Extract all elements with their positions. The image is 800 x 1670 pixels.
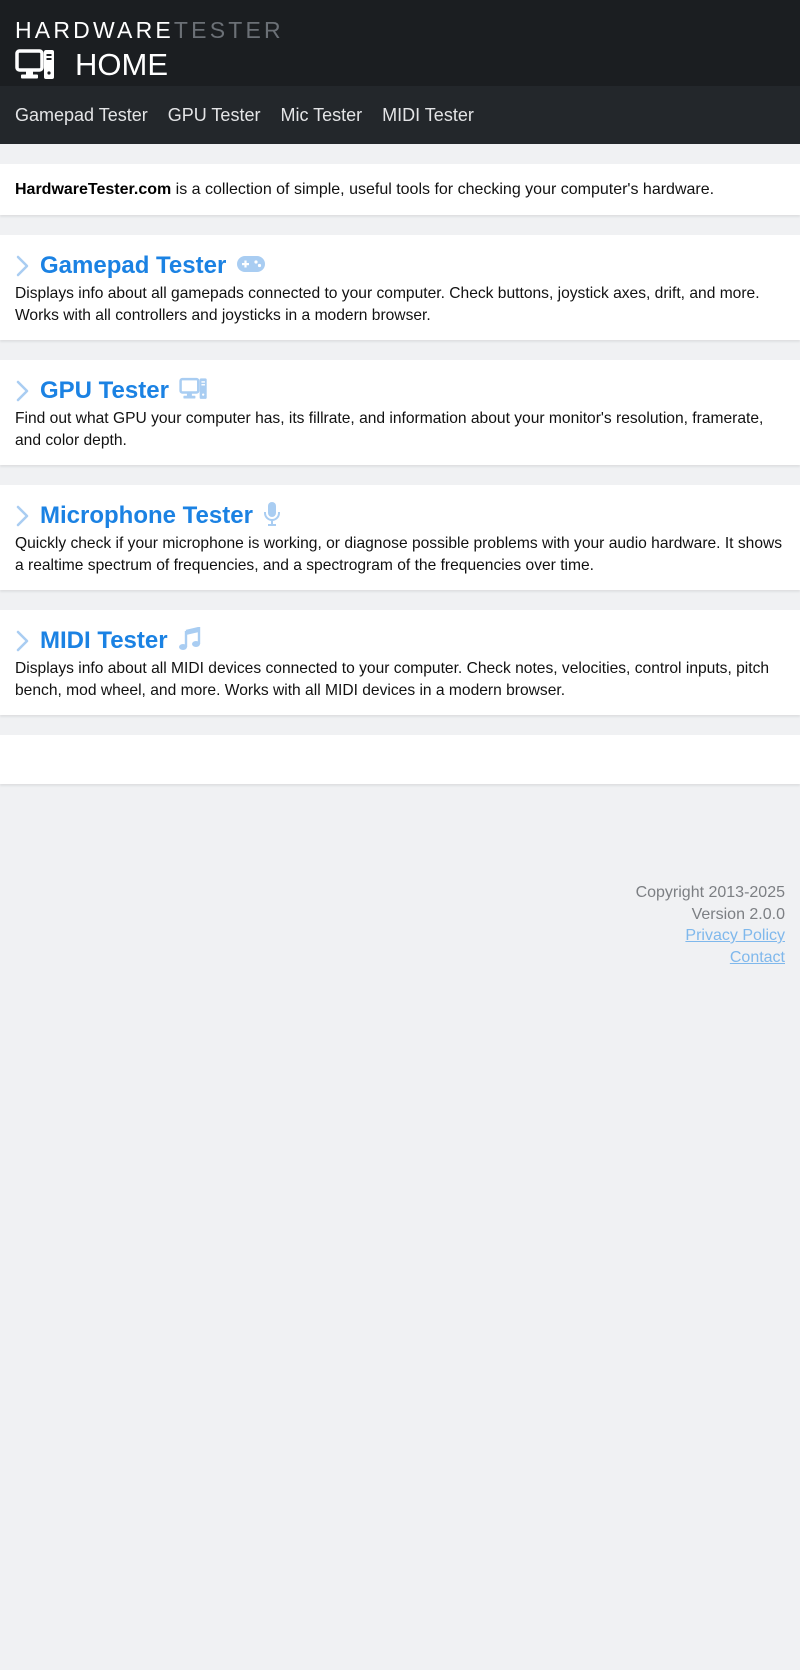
footer: Copyright 2013-2025 Version 2.0.0 Privac… xyxy=(0,784,800,968)
nav-item-gpu-tester[interactable]: GPU Tester xyxy=(168,104,261,126)
tool-link-microphone-tester[interactable]: Microphone Tester xyxy=(40,501,253,531)
tool-description-gpu: Find out what GPU your computer has, its… xyxy=(15,410,764,449)
nav-item-midi-tester[interactable]: MIDI Tester xyxy=(382,104,474,126)
site-name: HardwareTester.com xyxy=(15,180,172,198)
privacy-policy-link[interactable]: Privacy Policy xyxy=(685,927,785,944)
chevron-right-icon xyxy=(15,379,30,403)
computer-icon xyxy=(179,377,209,406)
tool-description-microphone: Quickly check if your microphone is work… xyxy=(15,535,783,574)
site-logo[interactable]: HARDWARETESTER xyxy=(15,16,785,44)
intro-card: HardwareTester.com is a collection of si… xyxy=(0,164,800,215)
tool-card-microphone: Microphone Tester Quickly check if your … xyxy=(0,485,800,590)
brand-part-hardware: HARDWARE xyxy=(15,17,174,43)
brand-part-tester: TESTER xyxy=(173,17,284,43)
site-header: HARDWARETESTER HOME xyxy=(0,0,800,86)
computer-icon xyxy=(15,48,57,82)
nav-item-mic-tester[interactable]: Mic Tester xyxy=(280,104,362,126)
tool-description-gamepad: Displays info about all gamepads connect… xyxy=(15,285,760,324)
version-text: Version 2.0.0 xyxy=(691,905,785,923)
chevron-right-icon xyxy=(15,504,30,528)
page-title: HOME xyxy=(75,47,168,82)
tool-card-midi: MIDI Tester Displays info about all MIDI… xyxy=(0,610,800,715)
tool-description-midi: Displays info about all MIDI devices con… xyxy=(15,660,770,699)
chevron-right-icon xyxy=(15,254,30,278)
page-title-row: HOME xyxy=(15,44,785,86)
contact-link[interactable]: Contact xyxy=(730,949,785,966)
empty-card xyxy=(0,735,800,784)
nav-item-gamepad-tester[interactable]: Gamepad Tester xyxy=(15,104,148,126)
tool-card-gpu: GPU Tester Find out what GPU your comput… xyxy=(0,360,800,465)
copyright-text: Copyright 2013-2025 xyxy=(635,884,785,901)
tool-link-gpu-tester[interactable]: GPU Tester xyxy=(40,376,169,406)
top-nav: Gamepad Tester GPU Tester Mic Tester MID… xyxy=(0,86,800,144)
tool-link-gamepad-tester[interactable]: Gamepad Tester xyxy=(40,251,226,281)
intro-description: is a collection of simple, useful tools … xyxy=(171,180,715,198)
tool-card-gamepad: Gamepad Tester Displays info about all g… xyxy=(0,235,800,340)
microphone-icon xyxy=(263,501,281,532)
gamepad-icon xyxy=(236,254,266,279)
intro-text: HardwareTester.com is a collection of si… xyxy=(15,181,714,199)
tool-link-midi-tester[interactable]: MIDI Tester xyxy=(40,626,168,656)
chevron-right-icon xyxy=(15,629,30,653)
music-note-icon xyxy=(178,625,202,656)
